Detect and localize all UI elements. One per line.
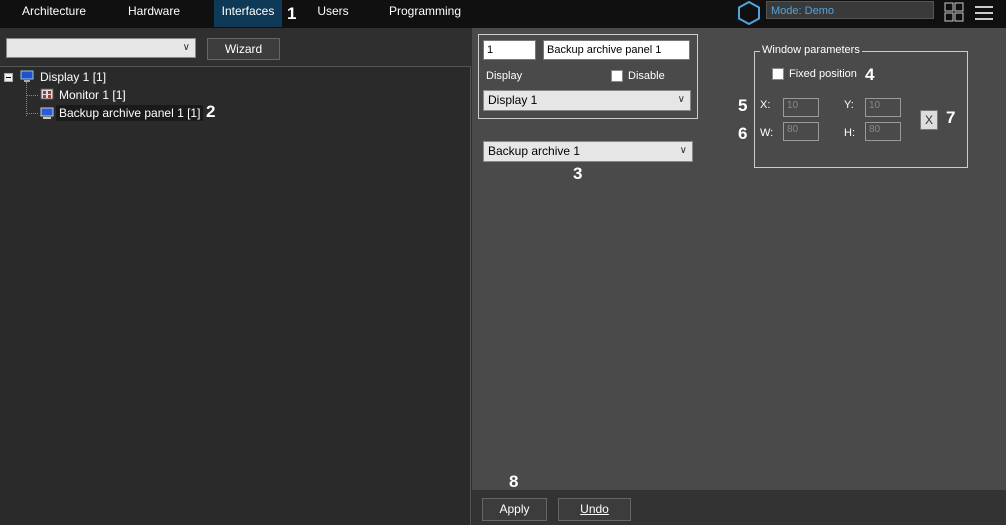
disable-label: Disable — [628, 70, 665, 82]
reset-position-button[interactable]: X — [920, 110, 938, 130]
id-field[interactable]: 1 — [483, 40, 536, 60]
apply-button[interactable]: Apply — [482, 498, 547, 521]
h-field[interactable]: 80 — [865, 122, 901, 141]
w-field[interactable]: 80 — [783, 122, 819, 141]
monitor-icon — [40, 88, 54, 100]
chevron-down-icon: ∨ — [677, 94, 685, 105]
display-label: Display — [486, 70, 523, 82]
x-field[interactable]: 10 — [783, 98, 819, 117]
tree-item-monitor[interactable]: Monitor 1 [1] — [59, 88, 126, 102]
fixed-position-checkbox[interactable] — [772, 68, 784, 80]
archive-select[interactable]: Backup archive 1 ∨ — [483, 141, 693, 162]
hamburger-menu-icon[interactable] — [974, 3, 994, 23]
layout-grid-icon[interactable] — [944, 2, 964, 22]
callout-5: 5 — [738, 96, 748, 115]
disable-checkbox[interactable] — [611, 70, 623, 82]
undo-button[interactable]: Undo — [558, 498, 631, 521]
callout-4: 4 — [865, 65, 875, 84]
window-parameters-title: Window parameters — [760, 44, 862, 56]
tab-hardware[interactable]: Hardware — [112, 0, 196, 27]
tree-item-backup-archive-panel[interactable]: Backup archive panel 1 [1] — [56, 105, 204, 121]
name-field[interactable]: Backup archive panel 1 — [543, 40, 690, 60]
h-label: H: — [844, 127, 855, 139]
tab-interfaces[interactable]: Interfaces — [214, 0, 282, 27]
fixed-position-label: Fixed position — [789, 68, 857, 80]
tree-connector — [26, 95, 38, 96]
y-field[interactable]: 10 — [865, 98, 901, 117]
panel-icon — [40, 107, 54, 119]
callout-7: 7 — [946, 108, 956, 127]
wizard-button[interactable]: Wizard — [207, 38, 280, 60]
tree-connector — [26, 113, 38, 114]
archive-select-value: Backup archive 1 — [488, 144, 581, 158]
tree-item-display[interactable]: Display 1 [1] — [40, 70, 106, 84]
object-tree: Display 1 [1] Monitor 1 [1] Backup archi… — [0, 66, 471, 525]
callout-6: 6 — [738, 124, 748, 143]
object-filter-combo[interactable]: ∨ — [6, 38, 196, 58]
callout-2: 2 — [206, 102, 216, 121]
top-nav-bar: Architecture Hardware Interfaces 1 Users… — [0, 0, 1006, 28]
callout-8: 8 — [509, 472, 519, 491]
collapse-toggle-icon[interactable] — [4, 73, 13, 82]
mode-indicator: Mode: Demo — [766, 1, 934, 19]
tab-users[interactable]: Users — [305, 0, 361, 27]
y-label: Y: — [844, 99, 854, 111]
chevron-down-icon: ∨ — [182, 42, 190, 53]
tab-architecture[interactable]: Architecture — [12, 0, 96, 27]
display-icon — [20, 70, 34, 82]
callout-3: 3 — [573, 164, 583, 183]
display-select-value: Display 1 — [488, 93, 538, 107]
footer-bar — [472, 490, 1006, 525]
callout-1: 1 — [287, 4, 297, 23]
tab-programming[interactable]: Programming — [385, 0, 465, 27]
x-label: X: — [760, 99, 771, 111]
chevron-down-icon: ∨ — [679, 145, 687, 156]
w-label: W: — [760, 127, 774, 139]
display-select[interactable]: Display 1 ∨ — [483, 90, 691, 111]
hexagon-logo-icon — [738, 1, 760, 25]
tree-connector — [26, 82, 27, 116]
